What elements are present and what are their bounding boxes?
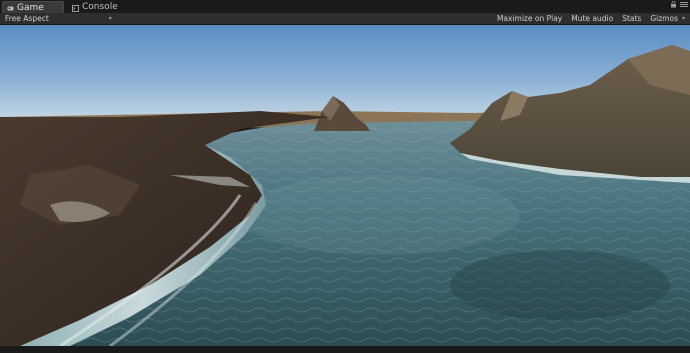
gamepad-icon (7, 4, 14, 11)
tab-game[interactable]: Game (2, 1, 64, 13)
maximize-on-play-button[interactable]: Maximize on Play (496, 13, 563, 24)
water-highlight (240, 175, 520, 255)
stats-button[interactable]: Stats (621, 13, 642, 24)
tab-console[interactable]: Console (68, 1, 128, 13)
gizmos-button[interactable]: Gizmos (649, 13, 679, 24)
window-controls (670, 1, 688, 10)
console-icon (72, 4, 79, 12)
lock-icon[interactable] (670, 1, 677, 10)
toolbar-right: Maximize on Play Mute audio Stats Gizmos… (496, 13, 685, 24)
chevron-down-icon: ▾ (108, 15, 112, 22)
mute-audio-button[interactable]: Mute audio (570, 13, 614, 24)
water-shadow (450, 250, 670, 320)
viewport-bottom-border (0, 346, 690, 353)
tab-game-label: Game (17, 2, 44, 13)
tab-bar: Game Console (0, 0, 690, 13)
gizmos-chevron-down-icon[interactable]: ▾ (682, 13, 685, 24)
game-toolbar: Free Aspect ▾ Maximize on Play Mute audi… (0, 13, 690, 25)
game-scene (0, 25, 690, 346)
menu-icon[interactable] (680, 1, 688, 10)
aspect-dropdown[interactable]: Free Aspect ▾ (5, 13, 112, 24)
tab-console-label: Console (82, 2, 118, 12)
aspect-label: Free Aspect (5, 14, 49, 23)
game-viewport[interactable] (0, 25, 690, 346)
game-window: Game Console Free Aspect ▾ Maximize on P… (0, 0, 690, 353)
